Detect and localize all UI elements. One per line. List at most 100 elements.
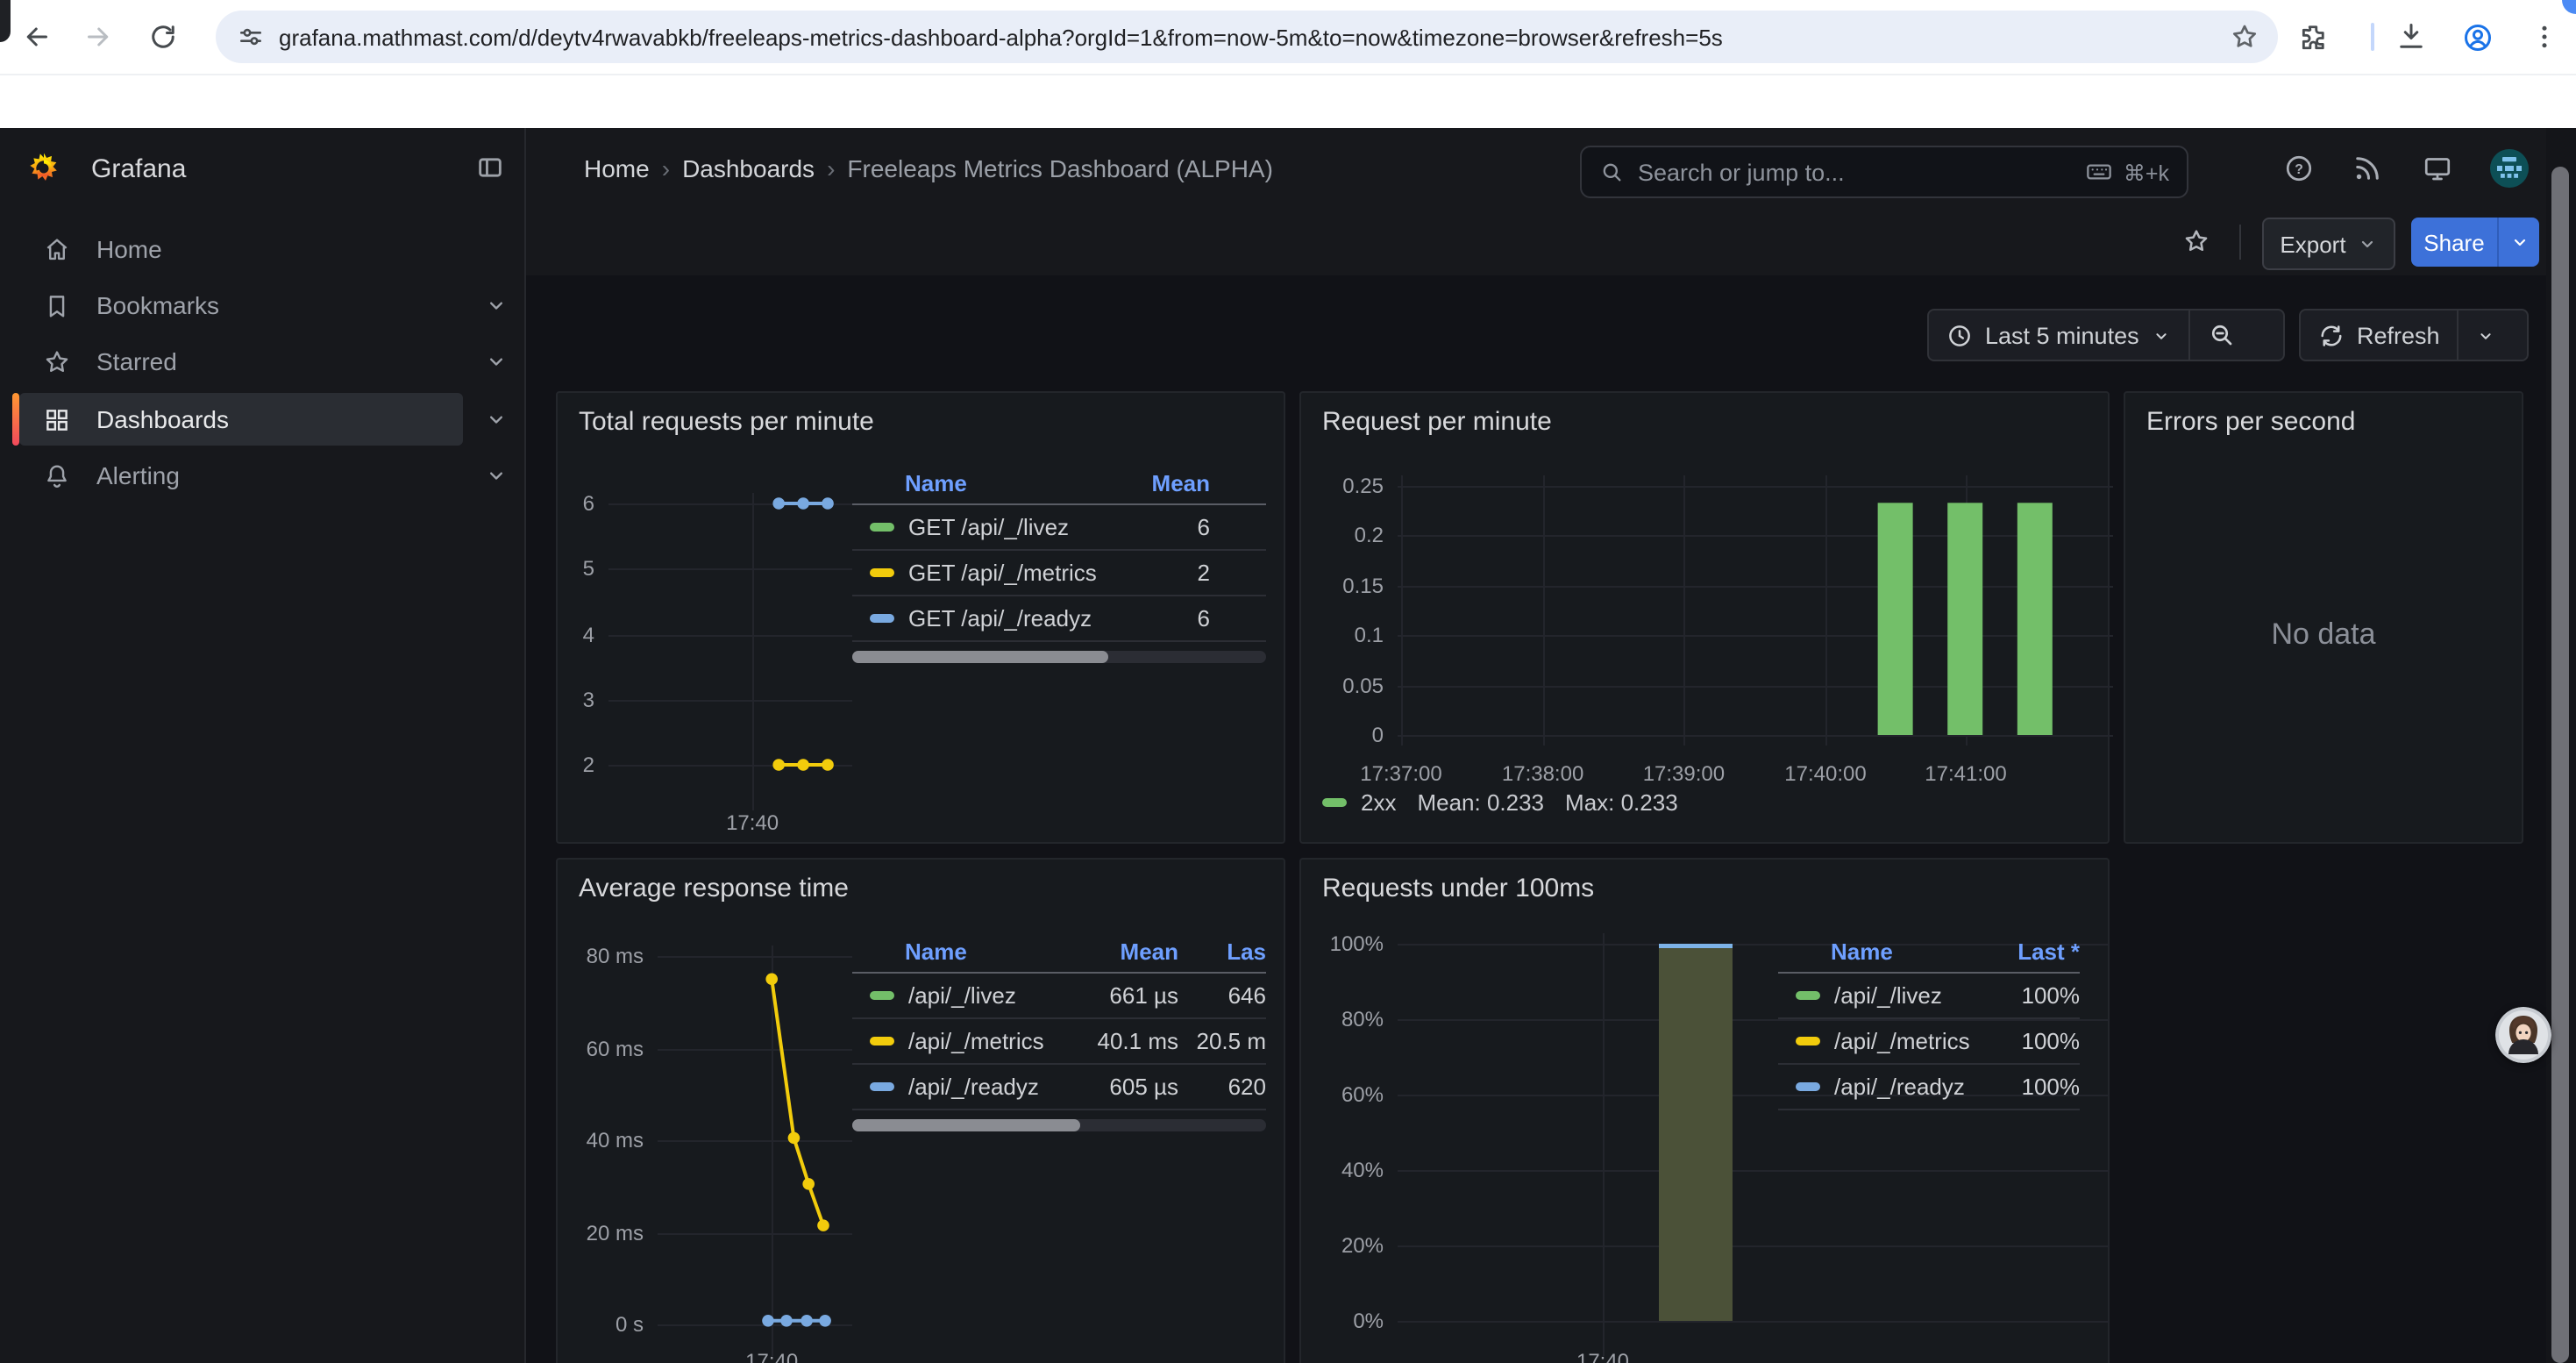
sidebar-item-starred[interactable]: Starred — [19, 335, 463, 388]
bookmark-star-icon[interactable] — [2229, 21, 2260, 53]
time-range-label: Last 5 minutes — [1985, 322, 2139, 348]
bar-chart: 0.250.20.150.10.05017:37:0017:38:0017:39… — [1301, 393, 2108, 842]
legend-table-header: NameLast * — [1778, 931, 2080, 974]
bell-icon — [42, 460, 72, 490]
panel-request-per-minute[interactable]: Request per minute 0.250.20.150.10.05017… — [1299, 391, 2110, 844]
news-rss-icon[interactable] — [2352, 153, 2383, 184]
legend-table-row[interactable]: /api/_/livez661 µs646 — [852, 974, 1266, 1019]
zoom-out-button[interactable] — [2190, 310, 2253, 360]
panel-errors-per-second[interactable]: Errors per second No data — [2124, 391, 2523, 844]
breadcrumb-page: Freeleaps Metrics Dashboard (ALPHA) — [847, 154, 1273, 182]
legend-table-header: NameMeanLas — [852, 931, 1266, 974]
legend-table-row[interactable]: /api/_/readyz605 µs620 — [852, 1065, 1266, 1110]
legend-hscrollbar[interactable] — [852, 651, 1266, 663]
keyboard-icon — [2085, 158, 2113, 186]
downloads-icon[interactable] — [2395, 21, 2427, 53]
series-color-pill — [870, 991, 894, 1000]
legend-table-row[interactable]: /api/_/readyz100% — [1778, 1065, 2080, 1110]
chart-legend[interactable]: 2xx Mean: 0.233 Max: 0.233 — [1322, 789, 1678, 816]
profile-icon[interactable] — [2462, 21, 2494, 53]
breadcrumb-separator: › — [827, 154, 835, 182]
export-button[interactable]: Export — [2262, 218, 2395, 270]
sidebar-label: Dashboards — [96, 405, 229, 433]
search-icon — [1599, 160, 1624, 184]
floating-assistant-avatar[interactable] — [2495, 1007, 2551, 1063]
sidebar-item-bookmarks[interactable]: Bookmarks — [19, 279, 463, 332]
legend-table-row[interactable]: GET /api/_/readyz6 — [852, 596, 1266, 642]
legend-series[interactable]: 2xx — [1361, 789, 1396, 816]
clock-icon — [1946, 322, 1973, 348]
zoom-out-icon — [2208, 321, 2236, 349]
chevron-down-icon — [2152, 325, 2171, 345]
no-data-message: No data — [2125, 617, 2522, 653]
series-color-pill — [1796, 1037, 1820, 1045]
time-range-picker[interactable]: Last 5 minutes — [1929, 310, 2188, 360]
brand-title[interactable]: Grafana — [91, 128, 186, 209]
chevron-down-icon[interactable] — [484, 463, 509, 488]
search-input[interactable]: Search or jump to... ⌘+k — [1580, 146, 2188, 198]
address-bar[interactable]: grafana.mathmast.com/d/deytv4rwavabkb/fr… — [216, 11, 2278, 63]
grafana-logo-icon[interactable] — [26, 151, 61, 186]
bookmarks-bar: Freeleaps 收藏博客 — [0, 74, 2576, 130]
share-dropdown[interactable] — [2497, 218, 2539, 267]
time-controls: Last 5 minutes — [1927, 309, 2285, 361]
window-corner-dark — [0, 0, 11, 42]
refresh-button[interactable]: Refresh — [2301, 310, 2458, 360]
breadcrumb-separator: › — [662, 154, 670, 182]
legend-table-row[interactable]: GET /api/_/metrics2 — [852, 551, 1266, 596]
panel-requests-under-100ms[interactable]: Requests under 100ms 100%80%60%40%20%0%1… — [1299, 858, 2110, 1363]
site-settings-icon[interactable] — [237, 23, 265, 51]
panel-total-requests-per-minute[interactable]: Total requests per minute 6543217:40 Nam… — [556, 391, 1285, 844]
scrollbar-thumb[interactable] — [2551, 167, 2569, 1363]
star-icon — [42, 346, 72, 376]
reload-icon[interactable] — [147, 21, 179, 53]
sidebar-label: Bookmarks — [96, 291, 219, 319]
refresh-controls: Refresh — [2299, 309, 2529, 361]
legend-table-row[interactable]: /api/_/metrics40.1 ms20.5 m — [852, 1019, 1266, 1065]
page-scrollbar[interactable] — [2546, 128, 2576, 1363]
actions-divider — [2239, 225, 2241, 260]
series-color-pill — [1796, 991, 1820, 1000]
legend-table-row[interactable]: /api/_/livez100% — [1778, 974, 2080, 1019]
star-dashboard-icon[interactable] — [2181, 226, 2211, 256]
svg-text:?: ? — [2295, 162, 2303, 177]
sidebar-label: Starred — [96, 347, 177, 375]
refresh-interval-dropdown[interactable] — [2459, 310, 2514, 360]
chevron-down-icon[interactable] — [484, 293, 509, 318]
legend-table-row[interactable]: /api/_/metrics100% — [1778, 1019, 2080, 1065]
refresh-label: Refresh — [2357, 322, 2440, 348]
sidebar-item-home[interactable]: Home — [19, 223, 463, 275]
user-avatar[interactable] — [2488, 147, 2530, 189]
monitor-icon[interactable] — [2422, 153, 2453, 184]
legend-table: NameMeanGET /api/_/livez6GET /api/_/metr… — [852, 463, 1266, 663]
sidebar-label: Home — [96, 235, 162, 263]
forward-icon[interactable] — [82, 21, 114, 53]
breadcrumb-dashboards[interactable]: Dashboards — [682, 154, 815, 182]
chevron-down-icon[interactable] — [484, 349, 509, 374]
sidebar-label: Alerting — [96, 461, 180, 489]
menu-kebab-icon[interactable] — [2529, 21, 2560, 53]
sidebar-item-dashboards[interactable]: Dashboards — [19, 393, 463, 446]
url-text[interactable]: grafana.mathmast.com/d/deytv4rwavabkb/fr… — [279, 24, 2211, 50]
legend-table-row[interactable]: GET /api/_/livez6 — [852, 505, 1266, 551]
breadcrumb-home[interactable]: Home — [584, 154, 650, 182]
breadcrumb: Home › Dashboards › Freeleaps Metrics Da… — [584, 128, 1273, 209]
sidebar-toggle-icon[interactable] — [475, 153, 505, 182]
window-corner-blue — [2562, 0, 2576, 14]
panel-title[interactable]: Errors per second — [2146, 407, 2355, 437]
back-icon[interactable] — [21, 21, 53, 53]
series-color-pill — [870, 523, 894, 532]
active-indicator — [12, 393, 19, 446]
chevron-down-icon[interactable] — [484, 407, 509, 432]
legend-max: Max: 0.233 — [1565, 789, 1678, 816]
sidebar-item-alerting[interactable]: Alerting — [19, 449, 463, 502]
panel-average-response-time[interactable]: Average response time 80 ms60 ms40 ms20 … — [556, 858, 1285, 1363]
help-icon[interactable]: ? — [2283, 153, 2315, 184]
legend-mean: Mean: 0.233 — [1417, 789, 1544, 816]
extensions-icon[interactable] — [2297, 21, 2329, 53]
share-button[interactable]: Share — [2411, 218, 2539, 267]
legend-hscrollbar[interactable] — [852, 1119, 1266, 1131]
refresh-icon — [2318, 322, 2345, 348]
series-color-pill — [1796, 1082, 1820, 1091]
dashboard-canvas: Last 5 minutes Refresh Total requests pe… — [526, 275, 2576, 1363]
